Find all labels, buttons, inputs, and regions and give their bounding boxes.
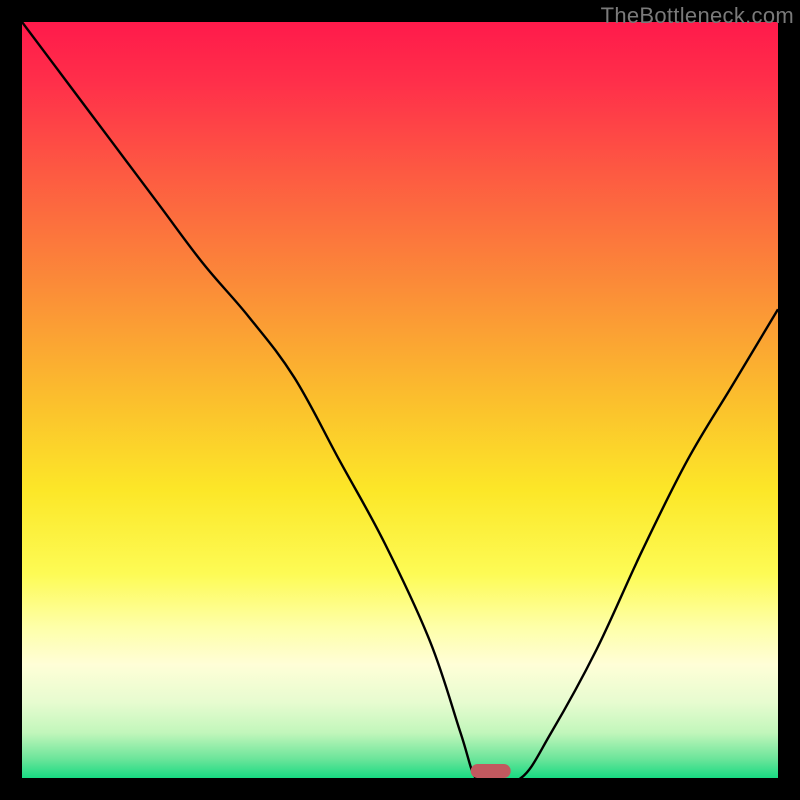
plot-area	[22, 22, 778, 778]
watermark-text: TheBottleneck.com	[601, 3, 794, 29]
gradient-background	[22, 22, 778, 778]
chart-canvas	[22, 22, 778, 778]
optimal-marker	[471, 764, 511, 778]
chart-frame: TheBottleneck.com	[0, 0, 800, 800]
